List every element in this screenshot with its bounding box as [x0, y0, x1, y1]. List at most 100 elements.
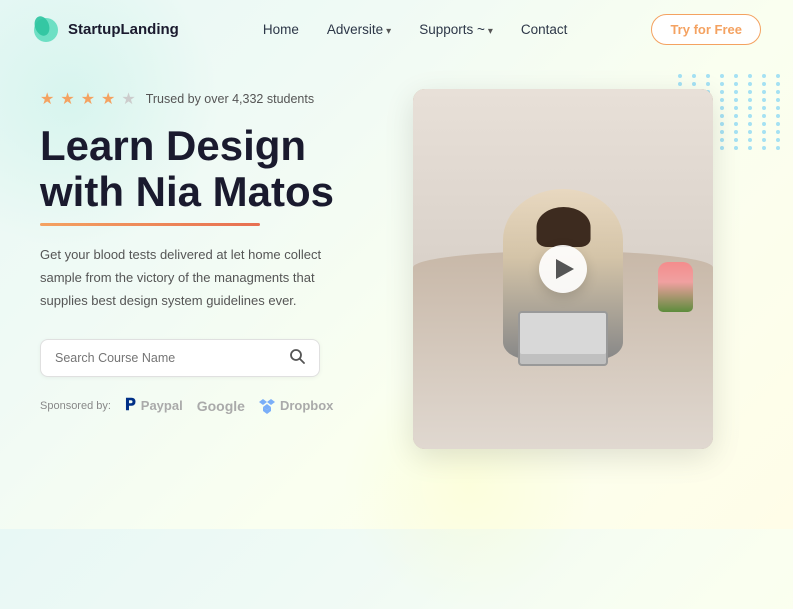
dot	[776, 122, 780, 126]
dot	[720, 138, 724, 142]
hero-title-line1: Learn Design	[40, 122, 306, 169]
dot	[734, 82, 738, 86]
dot	[692, 82, 696, 86]
dot	[734, 130, 738, 134]
dot	[776, 146, 780, 150]
star-3: ★	[81, 89, 95, 109]
dot	[720, 146, 724, 150]
nav-item-contact[interactable]: Contact	[521, 21, 568, 39]
dot	[762, 106, 766, 110]
dot	[776, 114, 780, 118]
nav-link-supports[interactable]: Supports ~▾	[419, 22, 493, 37]
sponsors-row: Sponsored by: 𝐏 Paypal Google Dropbox	[40, 397, 393, 415]
search-button[interactable]	[289, 348, 305, 368]
dot	[734, 90, 738, 94]
dot	[734, 114, 738, 118]
dot	[776, 98, 780, 102]
play-button[interactable]	[539, 245, 587, 293]
dot	[748, 90, 752, 94]
nav-item-adversite[interactable]: Adversite▾	[327, 21, 391, 39]
woman-hair	[537, 207, 591, 247]
sponsor-dropbox: Dropbox	[259, 398, 333, 414]
dot	[734, 138, 738, 142]
dot	[720, 98, 724, 102]
dot	[720, 114, 724, 118]
sponsor-paypal: 𝐏 Paypal	[125, 397, 183, 415]
search-icon	[289, 348, 305, 364]
hero-title: Learn Design with Nia Matos	[40, 123, 393, 215]
nav-link-home[interactable]: Home	[263, 22, 299, 37]
dot	[734, 106, 738, 110]
dot	[720, 82, 724, 86]
nav-item-home[interactable]: Home	[263, 21, 299, 39]
hero-image-area: // Generate dots via JS after DOM load	[413, 69, 753, 479]
dot	[692, 74, 696, 78]
sponsors-label: Sponsored by:	[40, 400, 111, 412]
nav-links: Home Adversite▾ Supports ~▾ Contact	[263, 21, 568, 39]
dot	[720, 106, 724, 110]
play-triangle-icon	[556, 259, 574, 279]
dot	[748, 122, 752, 126]
trust-text: Trused by over 4,332 students	[146, 92, 314, 106]
dropbox-icon	[259, 398, 275, 414]
dot	[748, 82, 752, 86]
dropbox-label: Dropbox	[280, 398, 333, 413]
dot	[762, 114, 766, 118]
nav-link-contact[interactable]: Contact	[521, 22, 568, 37]
nav-link-adversite[interactable]: Adversite▾	[327, 22, 391, 37]
search-box	[40, 339, 320, 377]
paypal-label: Paypal	[141, 398, 183, 413]
navbar: StartupLanding Home Adversite▾ Supports …	[0, 0, 793, 59]
try-for-free-button[interactable]: Try for Free	[651, 14, 761, 45]
logo-icon	[32, 16, 60, 44]
dot	[748, 114, 752, 118]
dot	[762, 130, 766, 134]
dot	[706, 74, 710, 78]
dot	[748, 130, 752, 134]
star-4: ★	[101, 89, 115, 109]
dot	[762, 74, 766, 78]
dot	[734, 122, 738, 126]
paypal-icon: 𝐏	[125, 397, 136, 415]
dot	[734, 146, 738, 150]
dot	[734, 98, 738, 102]
sponsor-google: Google	[197, 398, 245, 414]
nav-item-supports[interactable]: Supports ~▾	[419, 21, 493, 39]
hero-left: ★ ★ ★ ★ ★ Trused by over 4,332 students …	[40, 79, 393, 415]
dot	[748, 146, 752, 150]
dot	[678, 82, 682, 86]
dot	[776, 74, 780, 78]
star-1: ★	[40, 89, 54, 109]
trust-row: ★ ★ ★ ★ ★ Trused by over 4,332 students	[40, 89, 393, 109]
title-underline	[40, 223, 260, 226]
dot	[678, 74, 682, 78]
hero-description: Get your blood tests delivered at let ho…	[40, 244, 330, 312]
dot	[776, 106, 780, 110]
dot	[720, 90, 724, 94]
main-content: ★ ★ ★ ★ ★ Trused by over 4,332 students …	[0, 59, 793, 479]
dot	[762, 146, 766, 150]
dot	[776, 138, 780, 142]
star-2: ★	[60, 89, 74, 109]
dot	[762, 138, 766, 142]
dot	[762, 122, 766, 126]
chevron-icon: ▾	[386, 26, 391, 37]
dot	[720, 122, 724, 126]
dot	[748, 98, 752, 102]
search-input[interactable]	[55, 351, 289, 365]
hero-title-line2: with Nia Matos	[40, 168, 334, 215]
dot	[720, 74, 724, 78]
dot	[776, 90, 780, 94]
dot	[748, 138, 752, 142]
dot	[706, 82, 710, 86]
flowers	[658, 262, 693, 312]
dot	[762, 90, 766, 94]
star-5-half: ★	[121, 89, 135, 109]
logo-text: StartupLanding	[68, 21, 179, 38]
dot	[748, 74, 752, 78]
logo[interactable]: StartupLanding	[32, 16, 179, 44]
dot	[720, 130, 724, 134]
laptop-screen	[520, 313, 606, 354]
dot	[734, 74, 738, 78]
google-label: Google	[197, 398, 245, 414]
